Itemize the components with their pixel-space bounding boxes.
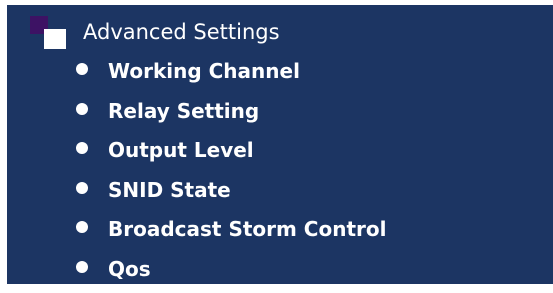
menu-item-label: Broadcast Storm Control bbox=[108, 217, 387, 242]
menu-item-broadcast-storm-control[interactable]: Broadcast Storm Control bbox=[7, 213, 553, 253]
advanced-settings-items: Working Channel Relay Setting Output Lev… bbox=[7, 55, 553, 293]
advanced-settings-header[interactable]: Advanced Settings bbox=[7, 13, 553, 53]
advanced-settings-menu: Advanced Settings Working Channel Relay … bbox=[7, 5, 553, 284]
bullet-icon bbox=[76, 221, 88, 234]
menu-item-label: SNID State bbox=[108, 177, 231, 202]
menu-item-snid-state[interactable]: SNID State bbox=[7, 174, 553, 214]
menu-item-label: Working Channel bbox=[108, 59, 300, 83]
sidebar-menu-frame: Advanced Settings Working Channel Relay … bbox=[7, 5, 553, 284]
bullet-icon bbox=[76, 63, 88, 75]
menu-item-working-channel[interactable]: Working Channel bbox=[7, 55, 553, 95]
menu-item-output-level[interactable]: Output Level bbox=[7, 134, 553, 174]
menu-item-label: Relay Setting bbox=[108, 98, 260, 123]
bullet-icon bbox=[76, 102, 88, 115]
menu-item-label: Output Level bbox=[108, 138, 254, 163]
menu-item-label: Qos bbox=[108, 256, 151, 281]
advanced-settings-label: Advanced Settings bbox=[83, 20, 280, 44]
bullet-icon bbox=[76, 260, 88, 273]
bullet-icon bbox=[76, 181, 88, 194]
folder-icon-front bbox=[44, 29, 66, 49]
menu-item-qos[interactable]: Qos bbox=[7, 253, 553, 293]
bullet-icon bbox=[76, 142, 88, 155]
menu-item-relay-setting[interactable]: Relay Setting bbox=[7, 95, 553, 135]
folder-open-icon bbox=[24, 16, 66, 52]
